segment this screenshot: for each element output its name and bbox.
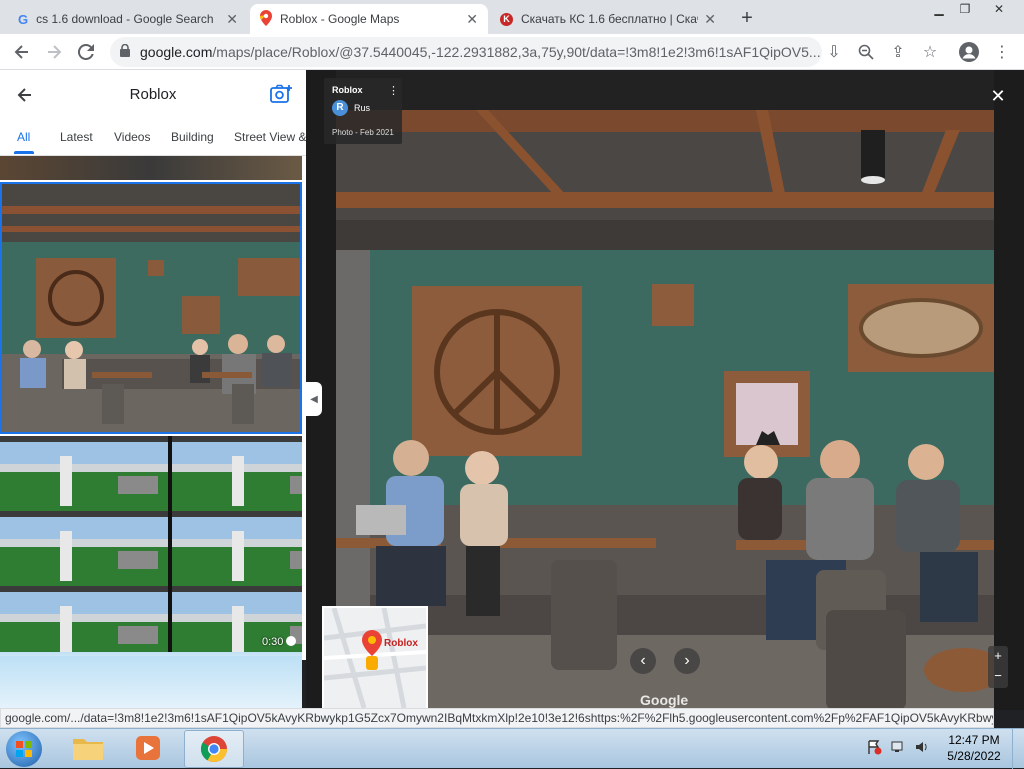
place-name[interactable]: Roblox [332, 85, 363, 95]
forward-icon[interactable] [40, 38, 68, 66]
share-icon[interactable]: ⇪ [884, 38, 912, 66]
url-host: google.com [140, 44, 213, 60]
main-photo [336, 110, 994, 710]
collapse-panel-icon[interactable]: ◀ [306, 382, 322, 416]
google-watermark: Google [640, 692, 689, 708]
mini-map[interactable]: Roblox [322, 606, 428, 710]
photo-thumbnail-partial[interactable] [0, 156, 302, 180]
photo-thumbnail-selected[interactable] [0, 182, 302, 434]
media-player-icon[interactable] [130, 733, 170, 765]
clock-time[interactable]: 12:47 PM [942, 733, 1006, 747]
photo-thumbnail-sky[interactable] [0, 656, 302, 708]
clock-date[interactable]: 5/28/2022 [942, 749, 1006, 763]
bookmark-star-icon[interactable]: ☆ [916, 38, 944, 66]
close-viewer-icon[interactable]: ✕ [986, 84, 1010, 108]
address-bar[interactable]: google.com/maps/place/Roblox/@37.5440045… [110, 37, 822, 67]
photo-letterbox-right [994, 70, 1024, 710]
chrome-icon [200, 736, 228, 763]
close-window-icon[interactable]: ✕ [986, 2, 1012, 16]
zoom-in-icon[interactable]: + [988, 646, 1008, 666]
back-icon[interactable] [8, 38, 36, 66]
photo-date: Photo - Feb 2021 [332, 128, 394, 137]
windows-taskbar: 12:47 PM 5/28/2022 [0, 728, 1024, 769]
photo-filter-tabs: All Latest Videos Building Street View &… [0, 120, 306, 156]
volume-icon[interactable] [914, 739, 930, 755]
zoom-icon[interactable] [852, 38, 880, 66]
zoom-out-icon[interactable]: − [988, 666, 1008, 686]
contributor-name[interactable]: Rus [354, 103, 370, 113]
map-pin-icon [362, 630, 382, 659]
new-tab-button[interactable]: + [734, 6, 760, 30]
tab-strip: G cs 1.6 download - Google Search ✕ Robl… [0, 0, 1024, 34]
tab-roblox-maps[interactable]: Roblox - Google Maps ✕ [250, 4, 488, 34]
chrome-taskbar-button[interactable] [184, 730, 244, 768]
profile-avatar-icon[interactable] [955, 38, 983, 66]
install-app-icon[interactable]: ⇩ [820, 38, 848, 66]
close-tab-icon[interactable]: ✕ [704, 11, 716, 28]
next-photo-icon[interactable]: › [674, 648, 700, 674]
lock-icon [120, 43, 130, 60]
add-photo-icon[interactable] [270, 84, 294, 106]
windows-start-icon[interactable] [6, 731, 42, 767]
restore-window-icon[interactable]: ❐ [954, 2, 976, 16]
play-icon [286, 636, 296, 646]
filter-tab-street-view[interactable]: Street View & 3 [234, 130, 306, 144]
video-thumbnail[interactable]: 0:30 [0, 436, 306, 660]
photo-info-card: Roblox ⋮ R Rus Photo - Feb 2021 [324, 78, 402, 144]
file-explorer-icon[interactable] [70, 733, 110, 765]
close-tab-icon[interactable]: ✕ [466, 11, 478, 28]
tab-title: Roblox - Google Maps [280, 12, 400, 26]
filter-tab-all[interactable]: All [17, 130, 30, 144]
tab-google-search[interactable]: G cs 1.6 download - Google Search ✕ [8, 4, 248, 34]
browser-toolbar: google.com/maps/place/Roblox/@37.5440045… [0, 34, 1024, 70]
filter-tab-videos[interactable]: Videos [114, 130, 150, 144]
filter-tab-building[interactable]: Building [171, 130, 214, 144]
panel-title: Roblox [129, 86, 177, 103]
minimize-window-icon[interactable]: ▁ [928, 2, 950, 16]
contributor-avatar[interactable]: R [332, 100, 348, 116]
more-options-icon[interactable]: ⋮ [388, 84, 399, 97]
filter-tab-latest[interactable]: Latest [60, 130, 93, 144]
panel-header: Roblox [0, 70, 306, 120]
action-center-flag-icon[interactable] [866, 739, 882, 755]
selected-tab-indicator [14, 151, 34, 154]
link-status-bar: google.com/.../data=!3m8!1e2!3m6!1sAF1Qi… [0, 708, 994, 728]
cs-logo-icon: K [500, 12, 513, 26]
browser-menu-icon[interactable]: ⋮ [988, 38, 1016, 66]
maps-pin-icon [260, 9, 272, 29]
close-tab-icon[interactable]: ✕ [226, 11, 238, 28]
tab-cs-download[interactable]: K Скачать КС 1.6 бесплатно | Скач ✕ [490, 4, 726, 34]
reload-icon[interactable] [72, 38, 100, 66]
tab-title: Скачать КС 1.6 бесплатно | Скач [521, 12, 699, 26]
map-place-label: Roblox [384, 638, 418, 649]
back-arrow-icon[interactable] [14, 84, 36, 106]
previous-photo-icon[interactable]: ‹ [630, 648, 656, 674]
photos-side-panel: Roblox All Latest Videos Building Street… [0, 70, 306, 660]
video-duration: 0:30 [262, 636, 284, 648]
pegman-icon [366, 656, 378, 670]
network-icon[interactable] [890, 739, 906, 755]
tab-title: cs 1.6 download - Google Search [36, 12, 214, 26]
photo-viewer: Roblox ⋮ R Rus Photo - Feb 2021 ✕ ◀ Robl… [306, 70, 1024, 710]
google-g-icon: G [18, 11, 29, 27]
url-path: /maps/place/Roblox/@37.5440045,-122.2931… [212, 44, 821, 60]
zoom-controls: + − [988, 646, 1008, 688]
show-desktop-button[interactable] [1012, 729, 1024, 769]
